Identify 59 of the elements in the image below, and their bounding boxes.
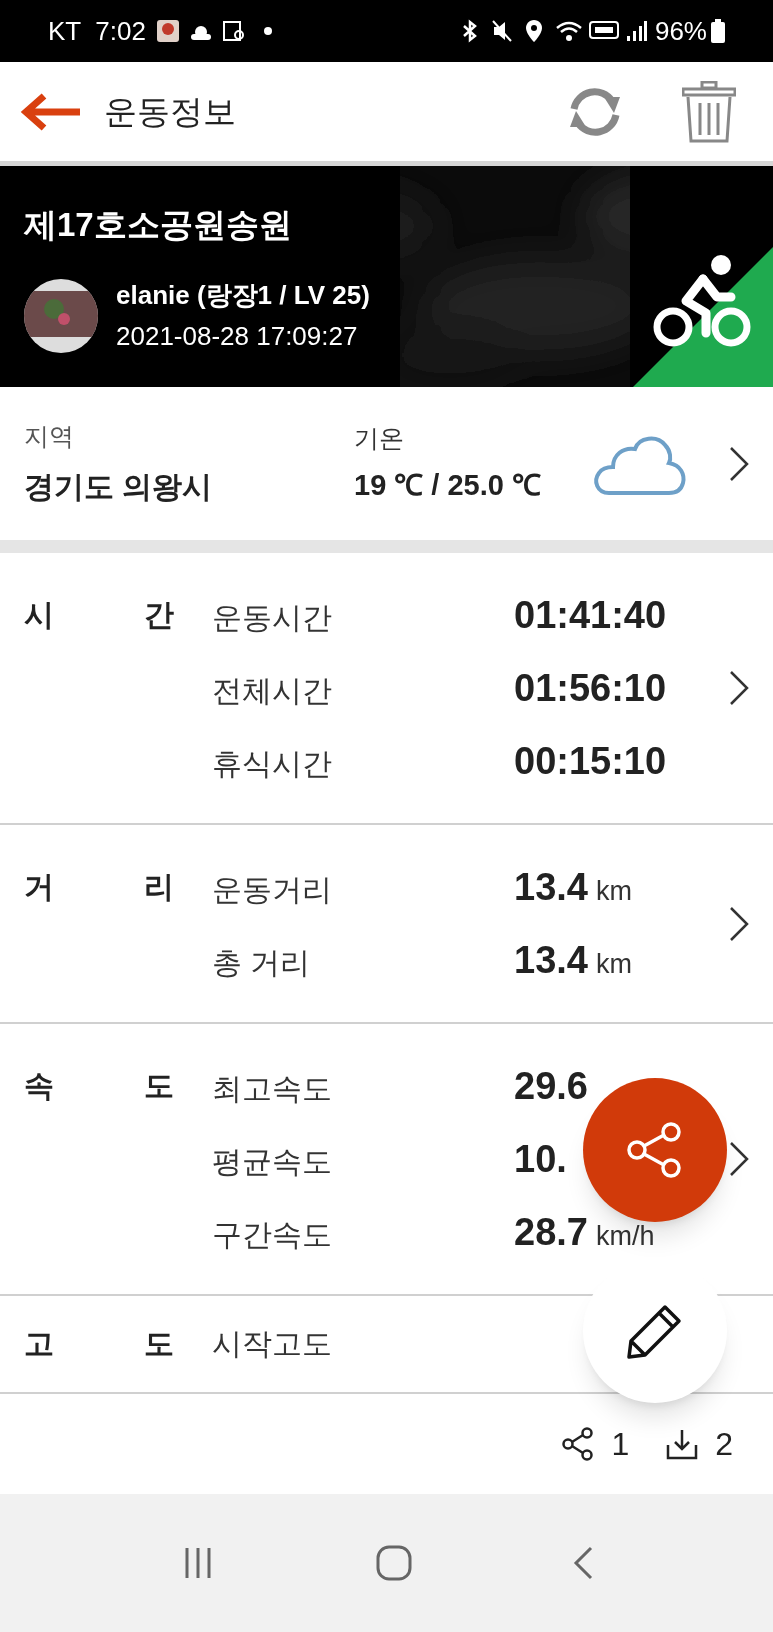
section-label: 시 (24, 597, 55, 633)
back-button[interactable] (20, 91, 82, 132)
carrier: KT (48, 14, 82, 48)
app-notification-icon (155, 19, 180, 43)
home-icon[interactable] (375, 1545, 412, 1581)
battery-percent: 96% (654, 14, 707, 48)
metric-name: 시작고도 (212, 1327, 332, 1360)
metric-name: 휴식시간 (212, 747, 332, 780)
region-label: 지역 (24, 421, 75, 453)
metric-name: 전체시간 (212, 674, 332, 707)
signal-icon (624, 20, 647, 42)
battery-icon (711, 19, 725, 43)
share-icon[interactable] (561, 1427, 596, 1461)
metric-value: 13.4 (514, 938, 588, 983)
location-icon (524, 19, 543, 43)
chevron-right-icon[interactable] (729, 1141, 749, 1177)
metric-unit: km (595, 948, 632, 981)
region-value: 경기도 의왕시 (24, 468, 214, 505)
clock: 7:02 (95, 14, 146, 48)
metric-name: 구간속도 (212, 1218, 332, 1251)
delete-button[interactable] (681, 79, 737, 144)
chevron-right-icon[interactable] (729, 905, 749, 942)
section-label: 속 (24, 1068, 55, 1104)
workout-title: 제17호소공원송원 (24, 205, 293, 245)
chevron-right-icon[interactable] (729, 670, 749, 706)
metric-value: 29.6 (514, 1064, 588, 1109)
metric-value: 13.4 (514, 865, 588, 910)
download-count: 2 (715, 1425, 733, 1464)
metric-value: 28.7 (514, 1210, 588, 1255)
metric-name: 운동거리 (212, 873, 332, 906)
metric-value: 00:15:10 (514, 739, 667, 784)
metric-value: 01:56:10 (514, 666, 667, 711)
metric-name: 최고속도 (212, 1072, 332, 1105)
page-title: 운동정보 (104, 91, 236, 132)
workout-datetime: 2021-08-28 17:09:27 (116, 319, 359, 353)
temperature-label: 기온 (354, 423, 405, 454)
user-name: elanie (랑장1 / LV 25) (116, 278, 370, 312)
metric-name: 총 거리 (212, 946, 311, 979)
chevron-right-icon[interactable] (729, 445, 749, 482)
section-label: 고 (24, 1326, 55, 1362)
wifi-icon (554, 19, 583, 43)
metric-unit: km/h (595, 1220, 655, 1253)
temperature-value: 19 ℃ / 25.0 ℃ (354, 467, 541, 503)
section-label: 간 (144, 597, 175, 633)
chart-notification-icon (221, 19, 246, 43)
metric-name: 평균속도 (212, 1145, 332, 1178)
hd-voice-icon (588, 20, 619, 42)
metric-name: 운동시간 (212, 601, 332, 634)
section-label: 도 (144, 1068, 175, 1104)
section-label: 리 (144, 869, 175, 905)
metric-value: 10. (514, 1137, 567, 1182)
section-label: 거 (24, 869, 55, 905)
metric-value: 01:41:40 (514, 593, 667, 638)
back-nav-icon[interactable] (572, 1546, 593, 1580)
section-label: 도 (144, 1326, 175, 1362)
download-icon[interactable] (665, 1427, 700, 1461)
mute-icon (490, 19, 513, 43)
share-count: 1 (611, 1425, 630, 1464)
metric-unit: km (595, 875, 632, 908)
